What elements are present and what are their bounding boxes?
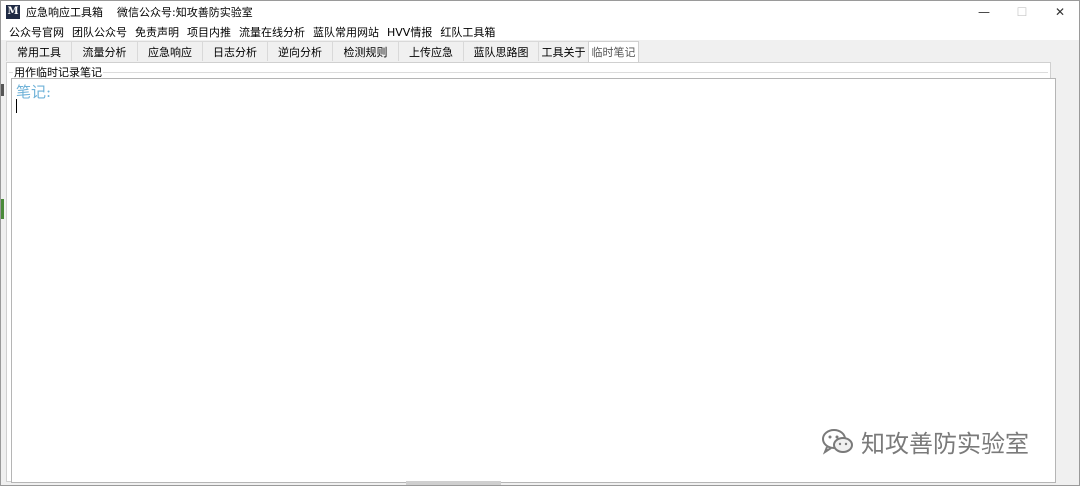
close-button[interactable]: ✕ <box>1041 1 1079 23</box>
menu-item-red-team-toolbox[interactable]: 红队工具箱 <box>436 24 499 40</box>
menu-item-blue-team-sites[interactable]: 蓝队常用网站 <box>309 24 383 40</box>
text-caret <box>16 99 17 113</box>
tab-tool-about[interactable]: 工具关于 <box>538 41 589 61</box>
background-window-edge-green <box>1 199 4 219</box>
app-window: M 应急响应工具箱 微信公众号:知攻善防实验室 — ☐ ✕ 公众号官网 团队公众… <box>0 0 1080 486</box>
tab-panel-temp-notes: 用作临时记录笔记 笔记: <box>6 62 1056 483</box>
window-controls: — ☐ ✕ <box>965 1 1079 23</box>
menu-item-referral[interactable]: 项目内推 <box>183 24 235 40</box>
tab-temp-notes[interactable]: 临时笔记 <box>588 41 639 62</box>
background-window-edge <box>1 84 4 96</box>
window-title: 应急响应工具箱 微信公众号:知攻善防实验室 <box>26 6 253 19</box>
maximize-button[interactable]: ☐ <box>1003 1 1041 23</box>
group-box-border <box>9 72 1048 73</box>
title-bar[interactable]: M 应急响应工具箱 微信公众号:知攻善防实验室 — ☐ ✕ <box>1 1 1079 23</box>
notes-textarea[interactable]: 笔记: <box>11 78 1056 483</box>
tab-bar: 常用工具 流量分析 应急响应 日志分析 逆向分析 检测规则 上传应急 蓝队思路图… <box>6 41 639 62</box>
watermark-text: 知攻善防实验室 <box>861 430 1029 458</box>
app-icon: M <box>6 5 20 19</box>
tab-common-tools[interactable]: 常用工具 <box>6 41 72 61</box>
background-taskbar-fragment <box>406 481 501 485</box>
menu-item-hvv-intel[interactable]: HVV情报 <box>383 24 436 40</box>
menu-item-disclaimer[interactable]: 免责声明 <box>131 24 183 40</box>
wechat-icon <box>822 428 853 455</box>
menu-item-online-traffic[interactable]: 流量在线分析 <box>235 24 309 40</box>
tab-traffic-analysis[interactable]: 流量分析 <box>71 41 138 61</box>
tab-log-analysis[interactable]: 日志分析 <box>202 41 268 61</box>
tab-detection-rules[interactable]: 检测规则 <box>332 41 399 61</box>
tab-upload-response[interactable]: 上传应急 <box>398 41 464 61</box>
notes-content: 笔记: <box>16 83 52 101</box>
watermark: 知攻善防实验室 <box>821 424 1029 459</box>
menu-bar: 公众号官网 团队公众号 免责声明 项目内推 流量在线分析 蓝队常用网站 HVV情… <box>1 23 1079 40</box>
menu-item-official-site[interactable]: 公众号官网 <box>5 24 68 40</box>
minimize-button[interactable]: — <box>965 1 1003 23</box>
tab-incident-response[interactable]: 应急响应 <box>137 41 203 61</box>
tab-reverse-analysis[interactable]: 逆向分析 <box>267 41 333 61</box>
menu-item-team-account[interactable]: 团队公众号 <box>68 24 131 40</box>
tab-blue-team-mindmap[interactable]: 蓝队思路图 <box>463 41 539 61</box>
